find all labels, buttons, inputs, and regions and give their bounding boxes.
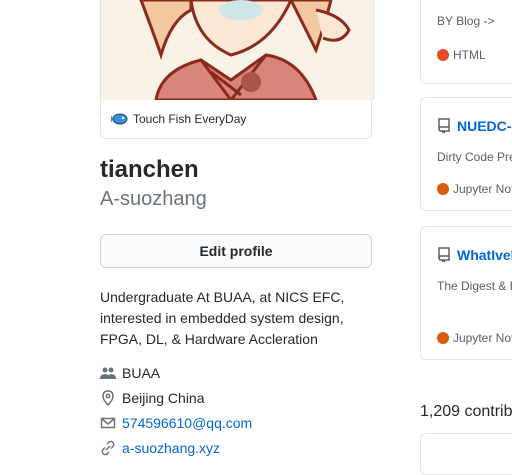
website-link[interactable]: a-suozhang.xyz bbox=[122, 440, 220, 456]
repo-language: Jupyter Not bbox=[437, 182, 512, 196]
profile-username: A-suozhang bbox=[100, 188, 207, 210]
repo-title[interactable]: NUEDC-C bbox=[437, 118, 512, 134]
repo-description: The Digest & F bbox=[437, 279, 512, 293]
edit-profile-button[interactable]: Edit profile bbox=[100, 234, 372, 268]
profile-bio: Undergraduate At BUAA, at NICS EFC, inte… bbox=[100, 289, 345, 347]
repo-title-text[interactable]: NUEDC-C bbox=[457, 118, 512, 134]
repo-language-name: Jupyter Not bbox=[453, 331, 512, 345]
pinned-repo-card: WhatIvel The Digest & F Jupyter Not bbox=[420, 226, 512, 360]
language-color-dot bbox=[437, 183, 449, 195]
profile-fullname: tianchen bbox=[100, 156, 199, 183]
repo-language-name: HTML bbox=[453, 48, 486, 62]
people-icon bbox=[100, 367, 116, 379]
contributions-heading: 1,209 contrib bbox=[420, 403, 512, 420]
repo-description: Dirty Code Pre bbox=[437, 150, 512, 164]
link-icon bbox=[101, 440, 115, 455]
pinned-repo-card: BY Blog -> HTML bbox=[420, 0, 512, 84]
contributions-calendar bbox=[420, 433, 512, 475]
organization-item: BUAA bbox=[100, 360, 372, 385]
repo-language: HTML bbox=[437, 48, 486, 62]
profile-details: BUAA Beijing China 574596610@qq.com a-su… bbox=[100, 360, 372, 460]
repo-title[interactable]: WhatIvel bbox=[437, 247, 512, 263]
repo-language-name: Jupyter Not bbox=[453, 182, 512, 196]
mail-icon bbox=[100, 417, 116, 428]
language-color-dot bbox=[437, 49, 449, 61]
repo-description: BY Blog -> bbox=[437, 14, 495, 28]
user-status[interactable]: Touch Fish EveryDay bbox=[100, 100, 372, 139]
organization-text: BUAA bbox=[122, 364, 161, 381]
location-item: Beijing China bbox=[100, 385, 372, 410]
location-pin-icon bbox=[102, 389, 114, 406]
website-item: a-suozhang.xyz bbox=[100, 435, 372, 460]
repo-icon bbox=[438, 118, 450, 134]
avatar-illustration bbox=[101, 0, 373, 100]
avatar[interactable] bbox=[100, 0, 374, 100]
email-link[interactable]: 574596610@qq.com bbox=[122, 415, 252, 431]
email-item: 574596610@qq.com bbox=[100, 410, 372, 435]
repo-icon bbox=[438, 247, 450, 263]
location-text: Beijing China bbox=[122, 389, 205, 406]
repo-title-text[interactable]: WhatIvel bbox=[457, 247, 512, 263]
pinned-repo-card: NUEDC-C Dirty Code Pre Jupyter Not bbox=[420, 97, 512, 211]
fish-icon bbox=[111, 113, 128, 125]
language-color-dot bbox=[437, 332, 449, 344]
status-text: Touch Fish EveryDay bbox=[133, 112, 247, 126]
repo-language: Jupyter Not bbox=[437, 331, 512, 345]
